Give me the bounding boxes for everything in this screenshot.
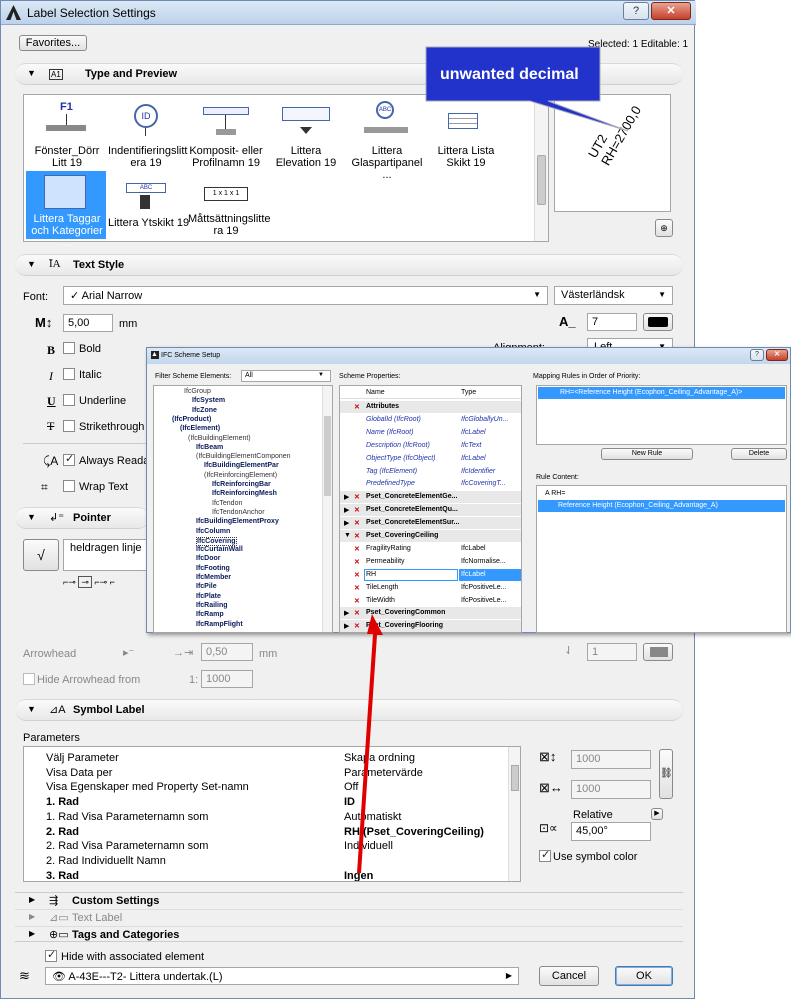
callout-text: unwanted decimal xyxy=(440,66,579,83)
callout-bubble xyxy=(425,46,629,132)
callout-annotation xyxy=(357,46,629,873)
red-arrow xyxy=(357,614,383,873)
